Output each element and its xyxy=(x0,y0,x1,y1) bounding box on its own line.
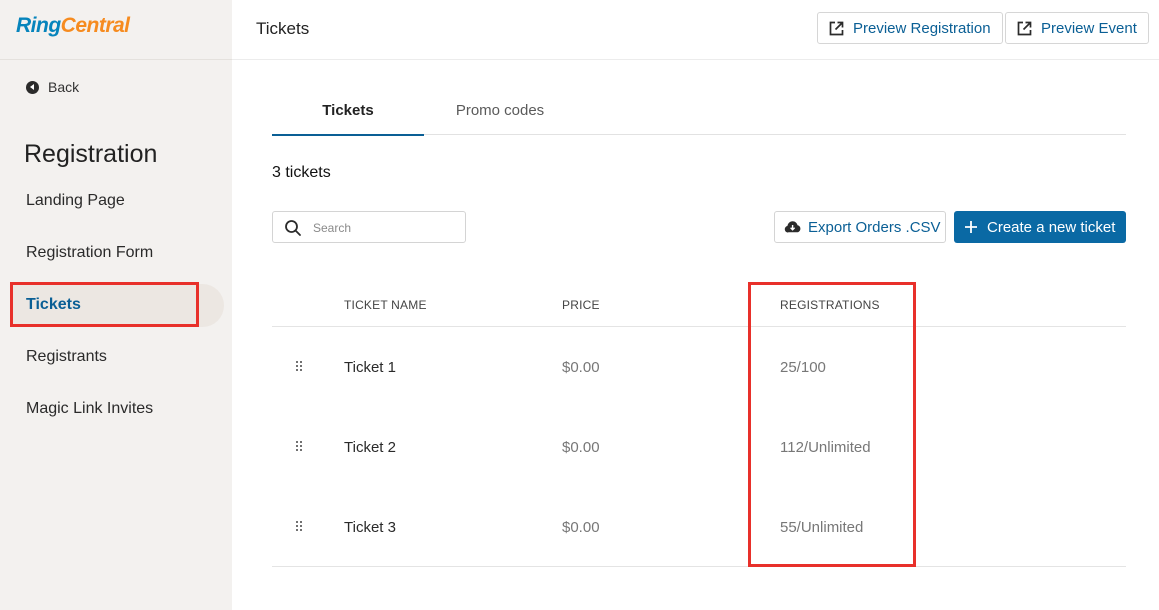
sidebar-divider xyxy=(0,59,232,60)
ticket-name: Ticket 3 xyxy=(344,519,396,536)
preview-registration-button[interactable]: Preview Registration xyxy=(817,12,1003,44)
page-title: Tickets xyxy=(256,19,310,38)
search-box xyxy=(272,211,466,243)
sidebar: RingCentral Back Registration Landing Pa… xyxy=(0,0,232,610)
ticket-count: 3 tickets xyxy=(272,164,331,181)
drag-handle-icon[interactable] xyxy=(296,441,304,452)
ticket-registrations: 55/Unlimited xyxy=(780,519,864,536)
search-icon xyxy=(285,220,301,236)
section-title: Registration xyxy=(24,140,158,168)
column-header-price[interactable]: PRICE xyxy=(562,298,600,312)
create-ticket-button[interactable]: Create a new ticket xyxy=(954,211,1126,243)
column-header-registrations[interactable]: REGISTRATIONS xyxy=(780,298,880,312)
ticket-price: $0.00 xyxy=(562,519,600,536)
cloud-download-icon xyxy=(784,221,801,233)
plus-icon xyxy=(965,221,977,233)
create-ticket-label: Create a new ticket xyxy=(987,218,1116,236)
sidebar-item-landing-page[interactable]: Landing Page xyxy=(26,192,125,210)
top-bar: Tickets Preview Registration Preview Eve… xyxy=(232,0,1159,60)
tab-bar: Tickets Promo codes xyxy=(272,86,1126,136)
tab-tickets[interactable]: Tickets xyxy=(272,86,424,136)
sidebar-item-tickets[interactable]: Tickets xyxy=(26,296,81,314)
ticket-price: $0.00 xyxy=(562,359,600,376)
back-arrow-icon xyxy=(26,80,39,94)
search-input[interactable] xyxy=(313,217,458,238)
ticket-name: Ticket 1 xyxy=(344,359,396,376)
table-row[interactable]: Ticket 1 $0.00 25/100 xyxy=(272,327,1126,407)
sidebar-item-registration-form[interactable]: Registration Form xyxy=(26,244,153,262)
column-header-ticket-name[interactable]: TICKET NAME xyxy=(344,298,427,312)
external-link-icon xyxy=(829,21,844,35)
external-link-icon xyxy=(1017,21,1032,35)
export-orders-csv-button[interactable]: Export Orders .CSV xyxy=(774,211,946,243)
ticket-price: $0.00 xyxy=(562,439,600,456)
preview-registration-label: Preview Registration xyxy=(853,19,991,37)
tab-promo-codes[interactable]: Promo codes xyxy=(424,86,576,135)
ticket-name: Ticket 2 xyxy=(344,439,396,456)
tickets-table: TICKET NAME PRICE REGISTRATIONS Ticket 1… xyxy=(272,283,1126,567)
ticket-registrations: 112/Unlimited xyxy=(780,439,871,456)
ticket-registrations: 25/100 xyxy=(780,359,826,376)
drag-handle-icon[interactable] xyxy=(296,361,304,372)
back-label: Back xyxy=(48,79,80,95)
table-header: TICKET NAME PRICE REGISTRATIONS xyxy=(272,283,1126,327)
drag-handle-icon[interactable] xyxy=(296,521,304,532)
ringcentral-logo[interactable]: RingCentral xyxy=(16,14,130,38)
table-row[interactable]: Ticket 2 $0.00 112/Unlimited xyxy=(272,407,1126,487)
back-link[interactable]: Back xyxy=(26,79,79,95)
preview-event-button[interactable]: Preview Event xyxy=(1005,12,1149,44)
export-orders-label: Export Orders .CSV xyxy=(808,218,941,236)
table-row[interactable]: Ticket 3 $0.00 55/Unlimited xyxy=(272,487,1126,567)
sidebar-item-magic-link-invites[interactable]: Magic Link Invites xyxy=(26,400,153,418)
sidebar-item-registrants[interactable]: Registrants xyxy=(26,348,107,366)
preview-event-label: Preview Event xyxy=(1041,19,1137,37)
